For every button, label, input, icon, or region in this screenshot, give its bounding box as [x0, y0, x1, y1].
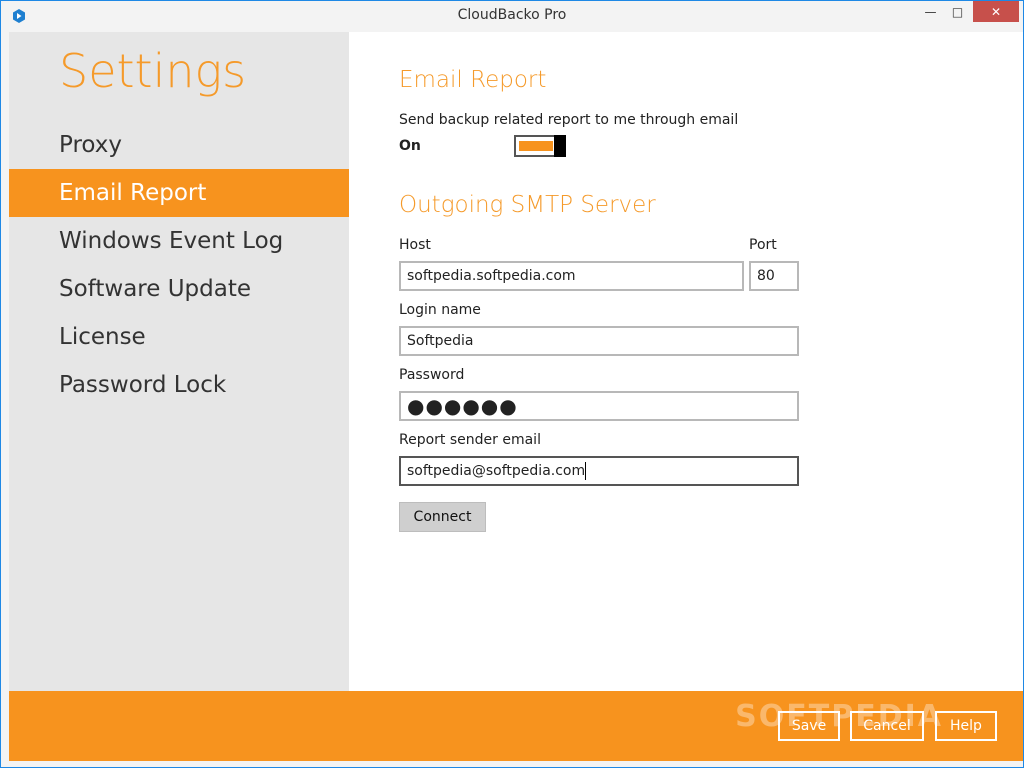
save-button[interactable]: Save: [778, 711, 840, 741]
close-button[interactable]: ✕: [973, 1, 1019, 22]
cancel-button[interactable]: Cancel: [850, 711, 924, 741]
login-name-label: Login name: [399, 302, 481, 318]
minimize-button[interactable]: —: [917, 1, 944, 22]
settings-content: Email Report Send backup related report …: [349, 32, 1023, 691]
footer-bar: SOFTPEDIA Save Cancel Help: [9, 691, 1023, 761]
password-masked-value: ●●●●●●: [407, 394, 518, 418]
sidebar-item-software-update[interactable]: Software Update: [9, 265, 349, 313]
host-label: Host: [399, 237, 431, 253]
login-name-input[interactable]: Softpedia: [399, 326, 799, 356]
sidebar-item-license[interactable]: License: [9, 313, 349, 361]
sidebar-title: Settings: [59, 44, 247, 98]
app-window: CloudBacko Pro — □ ✕ Settings Proxy Emai…: [0, 0, 1024, 768]
settings-sidebar: Settings Proxy Email Report Windows Even…: [9, 32, 349, 691]
sidebar-item-email-report[interactable]: Email Report: [9, 169, 349, 217]
password-input[interactable]: ●●●●●●: [399, 391, 799, 421]
title-bar: CloudBacko Pro — □ ✕: [1, 1, 1023, 31]
toggle-state-text: On: [399, 138, 421, 154]
sidebar-item-windows-event-log[interactable]: Windows Event Log: [9, 217, 349, 265]
window-title: CloudBacko Pro: [457, 7, 567, 23]
email-report-heading: Email Report: [399, 67, 547, 93]
connect-button[interactable]: Connect: [399, 502, 486, 532]
sender-email-input[interactable]: softpedia@softpedia.com: [399, 456, 799, 486]
sidebar-item-proxy[interactable]: Proxy: [9, 121, 349, 169]
maximize-button[interactable]: □: [944, 1, 971, 22]
host-input[interactable]: softpedia.softpedia.com: [399, 261, 744, 291]
smtp-heading: Outgoing SMTP Server: [399, 192, 656, 218]
sidebar-item-password-lock[interactable]: Password Lock: [9, 361, 349, 409]
password-label: Password: [399, 367, 465, 383]
sender-email-value: softpedia@softpedia.com: [407, 463, 586, 479]
email-toggle-label: Send backup related report to me through…: [399, 112, 739, 128]
email-report-toggle[interactable]: [514, 135, 566, 157]
help-button[interactable]: Help: [935, 711, 997, 741]
toggle-knob[interactable]: [554, 135, 566, 157]
port-input[interactable]: 80: [749, 261, 799, 291]
toggle-fill: [519, 141, 553, 151]
port-label: Port: [749, 237, 777, 253]
text-caret: [585, 462, 587, 480]
sender-email-label: Report sender email: [399, 432, 541, 448]
